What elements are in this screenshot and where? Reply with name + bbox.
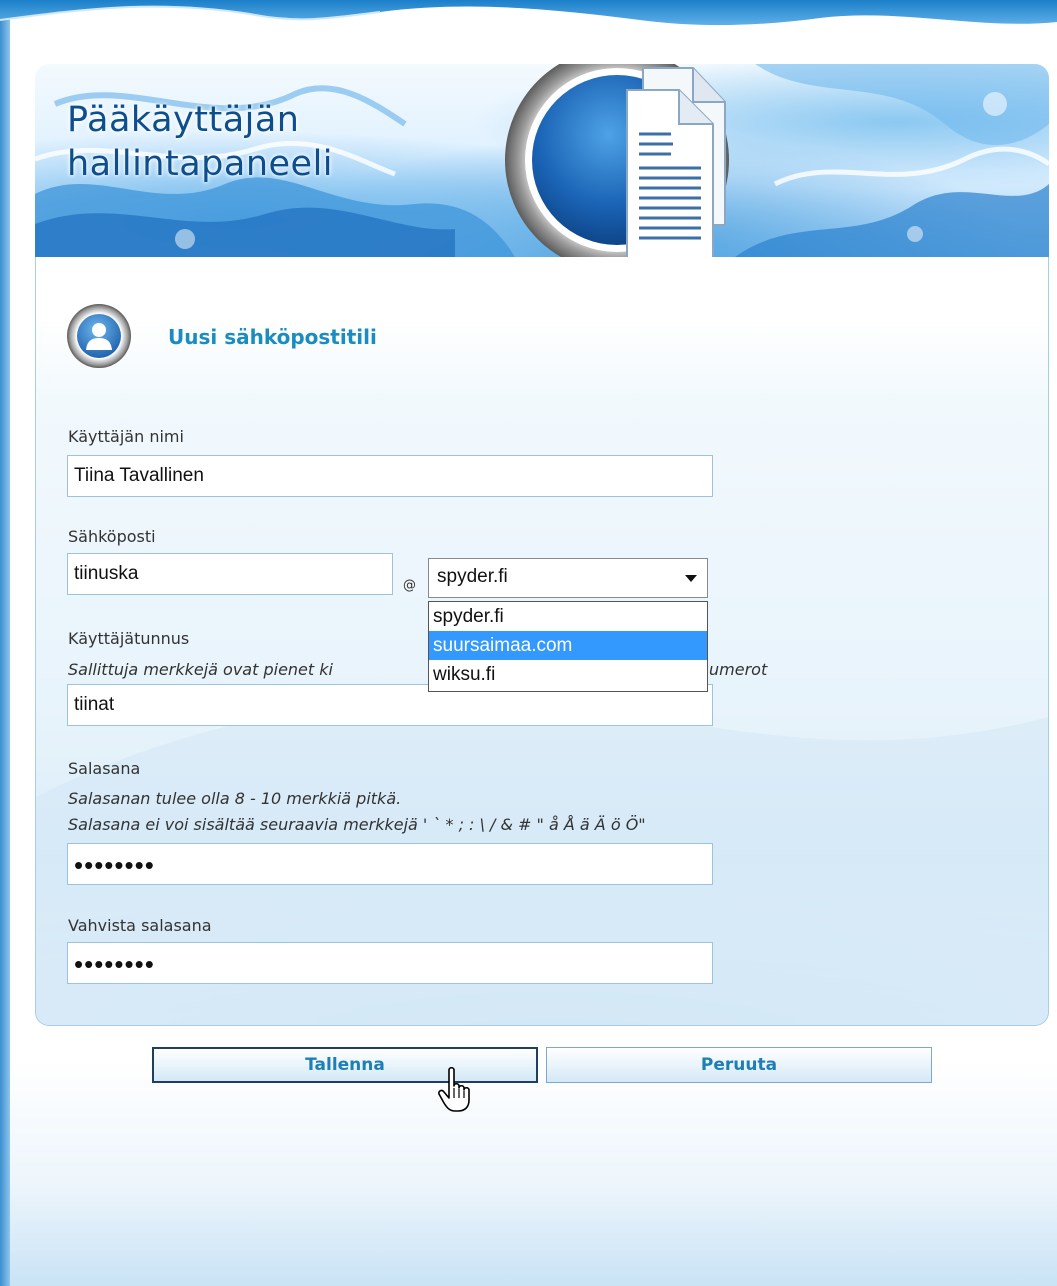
- domain-dropdown-list[interactable]: spyder.fi suursaimaa.com wiksu.fi: [428, 601, 708, 692]
- cancel-button[interactable]: Peruuta: [546, 1047, 932, 1083]
- hand-cursor-icon: [438, 1066, 470, 1112]
- userid-hint-end: umerot: [709, 660, 768, 679]
- username-input[interactable]: Tiina Tavallinen: [67, 455, 713, 497]
- password-label: Salasana: [68, 759, 141, 778]
- domain-option[interactable]: wiksu.fi: [429, 660, 707, 689]
- domain-select[interactable]: spyder.fi: [428, 558, 708, 598]
- document-icon: [505, 64, 729, 257]
- password-input[interactable]: ••••••••: [67, 843, 713, 885]
- domain-select-value: spyder.fi: [437, 566, 508, 587]
- domain-option[interactable]: spyder.fi: [429, 602, 707, 631]
- email-label: Sähköposti: [68, 527, 156, 546]
- top-wave-decoration: [0, 0, 1057, 26]
- admin-page: Pääkäyttäjän hallintapaneeli Uusi sähköp…: [0, 0, 1057, 1286]
- at-sign: @: [403, 578, 416, 593]
- password-hint-chars: Salasana ei voi sisältää seuraavia merkk…: [68, 815, 646, 834]
- email-local-input[interactable]: tiinuska: [67, 553, 393, 595]
- confirm-password-input[interactable]: ••••••••: [67, 942, 713, 984]
- banner-title-line1: Pääkäyttäjän: [67, 100, 300, 140]
- dropdown-arrow-icon[interactable]: [685, 575, 697, 582]
- section-title: Uusi sähköpostitili: [168, 325, 377, 349]
- banner-title: Pääkäyttäjän hallintapaneeli: [67, 98, 333, 186]
- password-hint-length: Salasanan tulee olla 8 - 10 merkkiä pitk…: [68, 789, 402, 808]
- domain-option[interactable]: suursaimaa.com: [429, 631, 707, 660]
- save-button[interactable]: Tallenna: [152, 1047, 538, 1083]
- confirm-password-label: Vahvista salasana: [68, 916, 212, 935]
- userid-label: Käyttäjätunnus: [68, 629, 190, 648]
- userid-hint-start: Sallittuja merkkejä ovat pienet ki: [68, 660, 333, 679]
- username-label: Käyttäjän nimi: [68, 427, 184, 446]
- user-icon: [67, 304, 131, 368]
- banner-title-line2: hallintapaneeli: [67, 144, 334, 184]
- left-border-decoration: [0, 0, 10, 1286]
- header-banner: Pääkäyttäjän hallintapaneeli: [35, 64, 1049, 257]
